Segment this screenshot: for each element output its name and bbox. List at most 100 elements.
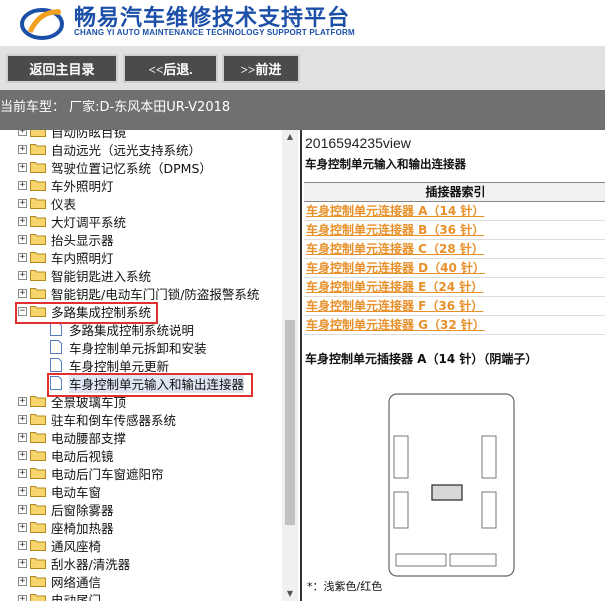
connector-index-header: 插接器索引 bbox=[304, 182, 605, 202]
tree-item-label: 电动尾门 bbox=[51, 592, 102, 601]
tree-item[interactable]: + 仪表 bbox=[18, 194, 76, 212]
tree-item[interactable]: + 刮水器/清洗器 bbox=[18, 554, 130, 572]
tree-item[interactable]: + 车外照明灯 bbox=[18, 176, 114, 194]
tree-item-label: 大灯调平系统 bbox=[51, 214, 127, 230]
brand-logo-icon bbox=[20, 8, 64, 40]
connector-link[interactable]: 车身控制单元连接器 A（14 针） bbox=[304, 202, 605, 221]
current-vehicle-bar: 当前车型： 厂家:D-东风本田UR-V2018 bbox=[0, 90, 605, 130]
tree-item[interactable]: + 驾驶位置记忆系统（DPMS） bbox=[18, 158, 212, 176]
expand-icon[interactable]: + bbox=[18, 432, 27, 442]
document-icon bbox=[50, 340, 62, 354]
tree-item[interactable]: + 智能钥匙/电动车门门锁/防盗报警系统 bbox=[18, 284, 259, 302]
highlight-box-selected bbox=[47, 373, 253, 397]
scroll-down-icon[interactable]: ▼ bbox=[282, 587, 298, 601]
view-id: 2016594235view bbox=[305, 135, 411, 151]
forward-button[interactable]: >>前进 bbox=[222, 54, 300, 83]
expand-icon[interactable]: + bbox=[18, 130, 27, 136]
tree-item-label: 电动后视镜 bbox=[51, 448, 114, 464]
current-vehicle-text: 当前车型： 厂家:D-东风本田UR-V2018 bbox=[0, 100, 231, 115]
folder-icon bbox=[30, 130, 46, 137]
tree-item[interactable]: + 驻车和倒车传感器系统 bbox=[18, 410, 176, 428]
document-title: 车身控制单元输入和输出连接器 bbox=[305, 157, 466, 171]
platform-subtitle: CHANG YI AUTO MAINTENANCE TECHNOLOGY SUP… bbox=[74, 28, 355, 37]
expand-icon[interactable]: + bbox=[18, 504, 27, 514]
content-panel: 2016594235view 车身控制单元输入和输出连接器 插接器索引 车身控制… bbox=[300, 130, 605, 601]
folder-icon bbox=[30, 396, 46, 407]
tree-item-label: 车身控制单元拆卸和安装 bbox=[69, 340, 207, 356]
back-button[interactable]: <<后退. bbox=[123, 54, 218, 83]
tree-item[interactable]: + 电动尾门 bbox=[18, 590, 101, 601]
folder-icon bbox=[30, 558, 46, 569]
expand-icon[interactable]: + bbox=[18, 234, 27, 244]
expand-icon[interactable]: + bbox=[18, 486, 27, 496]
folder-icon bbox=[30, 288, 46, 299]
tree-item[interactable]: + 电动腰部支撑 bbox=[18, 428, 126, 446]
connector-link[interactable]: 车身控制单元连接器 C（28 针） bbox=[304, 240, 605, 259]
tree-item[interactable]: + 自动防眩目镜 bbox=[18, 130, 126, 140]
folder-icon bbox=[30, 252, 46, 263]
tree-item-label: 网络通信 bbox=[51, 574, 102, 590]
highlight-box-folder bbox=[15, 302, 158, 324]
expand-icon[interactable]: + bbox=[18, 252, 27, 262]
connector-link[interactable]: 车身控制单元连接器 F（36 针） bbox=[304, 297, 605, 316]
tree-item[interactable]: + 座椅加热器 bbox=[18, 518, 114, 536]
tree-item-label: 电动腰部支撑 bbox=[51, 430, 127, 446]
folder-icon bbox=[30, 216, 46, 227]
expand-icon[interactable]: + bbox=[18, 522, 27, 532]
expand-icon[interactable]: + bbox=[18, 558, 27, 568]
expand-icon[interactable]: + bbox=[18, 270, 27, 280]
expand-icon[interactable]: + bbox=[18, 594, 27, 601]
folder-icon bbox=[30, 234, 46, 245]
folder-icon bbox=[30, 270, 46, 281]
expand-icon[interactable]: + bbox=[18, 288, 27, 298]
expand-icon[interactable]: + bbox=[18, 162, 27, 172]
document-icon bbox=[50, 322, 62, 336]
folder-icon bbox=[30, 522, 46, 533]
expand-icon[interactable]: + bbox=[18, 396, 27, 406]
expand-icon[interactable]: + bbox=[18, 540, 27, 550]
tree-item-label: 座椅加热器 bbox=[51, 520, 114, 536]
expand-icon[interactable]: + bbox=[18, 468, 27, 478]
tree-item[interactable]: + 电动车窗 bbox=[18, 482, 101, 500]
expand-icon[interactable]: + bbox=[18, 180, 27, 190]
folder-icon bbox=[30, 144, 46, 155]
folder-icon bbox=[30, 486, 46, 497]
connector-link[interactable]: 车身控制单元连接器 B（36 针） bbox=[304, 221, 605, 240]
tree-item-label: 电动车窗 bbox=[51, 484, 102, 500]
expand-icon[interactable]: + bbox=[18, 198, 27, 208]
tree-item-label: 刮水器/清洗器 bbox=[51, 556, 131, 572]
home-button[interactable]: 返回主目录 bbox=[6, 54, 118, 83]
tree-item[interactable]: 车身控制单元更新 bbox=[50, 356, 169, 374]
tree-item[interactable]: + 网络通信 bbox=[18, 572, 101, 590]
folder-icon bbox=[30, 540, 46, 551]
folder-icon bbox=[30, 414, 46, 425]
folder-icon bbox=[30, 162, 46, 173]
expand-icon[interactable]: + bbox=[18, 450, 27, 460]
tree-item[interactable]: 车身控制单元拆卸和安装 bbox=[50, 338, 207, 356]
tree-item[interactable]: + 通风座椅 bbox=[18, 536, 101, 554]
tree-item[interactable]: + 后窗除雾器 bbox=[18, 500, 114, 518]
tree-item[interactable]: + 车内照明灯 bbox=[18, 248, 114, 266]
connector-title: 车身控制单元插接器 A（14 针）（阴端子） bbox=[305, 352, 538, 366]
tree-item[interactable]: + 大灯调平系统 bbox=[18, 212, 126, 230]
scroll-up-icon[interactable]: ▲ bbox=[282, 130, 298, 144]
connector-link[interactable]: 车身控制单元连接器 D（40 针） bbox=[304, 259, 605, 278]
folder-icon bbox=[30, 576, 46, 587]
tree-item[interactable]: + 电动后门车窗遮阳帘 bbox=[18, 464, 164, 482]
expand-icon[interactable]: + bbox=[18, 144, 27, 154]
connector-link[interactable]: 车身控制单元连接器 E（24 针） bbox=[304, 278, 605, 297]
tree-item[interactable]: + 电动后视镜 bbox=[18, 446, 114, 464]
tree-item-label: 仪表 bbox=[51, 196, 77, 212]
tree-scrollbar-thumb[interactable] bbox=[285, 320, 295, 525]
connector-index-table: 插接器索引 车身控制单元连接器 A（14 针） 车身控制单元连接器 B（36 针）… bbox=[304, 182, 605, 335]
tree-item-label: 车外照明灯 bbox=[51, 178, 114, 194]
expand-icon[interactable]: + bbox=[18, 576, 27, 586]
tree-item-label: 后窗除雾器 bbox=[51, 502, 114, 518]
expand-icon[interactable]: + bbox=[18, 216, 27, 226]
tree-item[interactable]: + 抬头显示器 bbox=[18, 230, 114, 248]
tree-item[interactable]: + 自动远光（远光支持系统） bbox=[18, 140, 201, 158]
expand-icon[interactable]: + bbox=[18, 414, 27, 424]
tree-item[interactable]: + 智能钥匙进入系统 bbox=[18, 266, 151, 284]
tree-item-label: 车内照明灯 bbox=[51, 250, 114, 266]
connector-link[interactable]: 车身控制单元连接器 G（32 针） bbox=[304, 316, 605, 335]
